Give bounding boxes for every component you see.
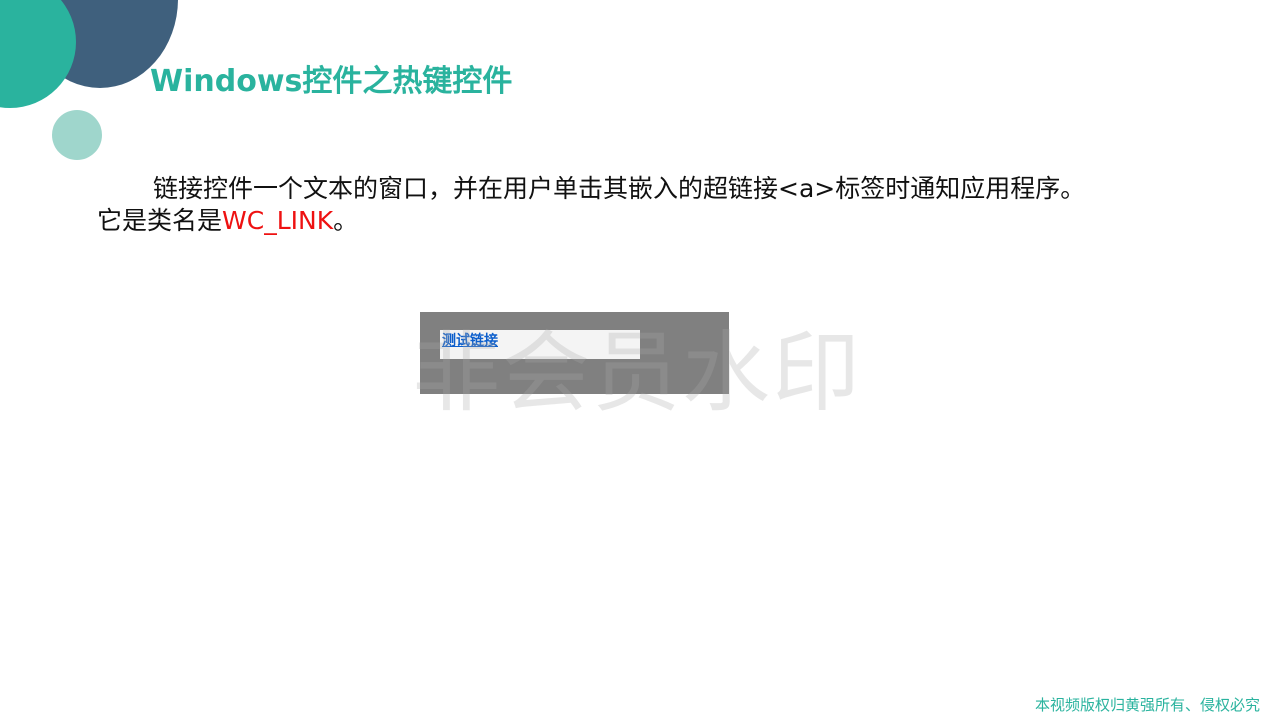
body-paragraph: 链接控件一个文本的窗口，并在用户单击其嵌入的超链接<a>标签时通知应用程序。它是… bbox=[97, 173, 1107, 237]
test-link[interactable]: 测试链接 bbox=[442, 330, 498, 350]
demo-window: 测试链接 bbox=[420, 312, 729, 394]
copyright-notice: 本视频版权归黄强所有、侵权必究 bbox=[1034, 696, 1260, 714]
decorative-circle-teal bbox=[0, 0, 76, 108]
class-name-highlight: WC_LINK bbox=[222, 206, 334, 235]
slide-title: Windows控件之热键控件 bbox=[150, 64, 513, 99]
slide: Windows控件之热键控件 链接控件一个文本的窗口，并在用户单击其嵌入的超链接… bbox=[0, 0, 1280, 720]
paragraph-end: 。 bbox=[333, 206, 359, 235]
syslink-control: 测试链接 bbox=[440, 330, 640, 359]
decorative-circle-small bbox=[52, 110, 102, 160]
